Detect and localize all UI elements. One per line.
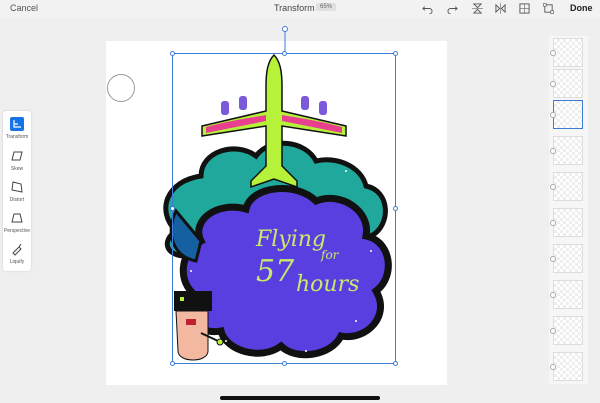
layer-thumbnail[interactable] <box>550 136 583 165</box>
cancel-button[interactable]: Cancel <box>10 3 38 13</box>
grid-icon[interactable] <box>519 3 530 14</box>
handle-top[interactable] <box>282 51 287 56</box>
layer-thumbnail[interactable] <box>550 352 583 381</box>
redo-icon[interactable] <box>447 3 458 14</box>
layer-thumbnail[interactable] <box>550 316 583 345</box>
layer-thumbnail[interactable] <box>550 172 583 201</box>
layer-thumbnail[interactable] <box>550 69 583 98</box>
layer-visibility-dot[interactable] <box>550 112 556 118</box>
tool-label: Transform <box>5 134 29 140</box>
tool-distort[interactable]: Distort <box>3 177 31 207</box>
done-button[interactable]: Done <box>570 3 593 13</box>
layer-thumbnail-active[interactable] <box>550 100 583 129</box>
undo-icon[interactable] <box>422 3 433 14</box>
handle-left[interactable] <box>170 206 175 211</box>
transform-tool-palette: Transform Skew Distort Perspective Liqui… <box>3 111 31 271</box>
liquify-icon <box>12 243 22 256</box>
tool-skew[interactable]: Skew <box>3 146 31 176</box>
handle-top-left[interactable] <box>170 51 175 56</box>
layer-thumbnail[interactable] <box>550 38 583 67</box>
layer-thumbnail[interactable] <box>550 208 583 237</box>
layer-visibility-dot[interactable] <box>550 220 556 226</box>
layer-visibility-dot[interactable] <box>550 50 556 56</box>
transform-icon <box>10 117 24 131</box>
rotation-handle[interactable] <box>282 26 288 54</box>
handle-right[interactable] <box>393 206 398 211</box>
fit-transform-icon[interactable] <box>543 3 554 14</box>
tool-perspective[interactable]: Perspective <box>3 208 31 238</box>
layer-thumbnail[interactable] <box>550 244 583 273</box>
layer-visibility-dot[interactable] <box>550 328 556 334</box>
handle-top-right[interactable] <box>393 51 398 56</box>
top-bar: Cancel Transform 65% Done <box>0 0 600 18</box>
layers-panel <box>549 36 588 384</box>
handle-bottom-left[interactable] <box>170 361 175 366</box>
flip-horizontal-icon[interactable] <box>495 3 506 14</box>
quick-action-circle[interactable] <box>107 74 135 102</box>
tool-label: Distort <box>9 197 25 203</box>
tool-liquify[interactable]: Liquify <box>3 239 31 269</box>
home-indicator[interactable] <box>220 396 380 400</box>
layer-thumbnail[interactable] <box>550 280 583 309</box>
tool-label: Liquify <box>9 259 25 265</box>
layer-visibility-dot[interactable] <box>550 148 556 154</box>
perspective-icon <box>11 213 23 223</box>
layer-visibility-dot[interactable] <box>550 292 556 298</box>
page-title: Transform <box>274 3 315 13</box>
flip-vertical-icon[interactable] <box>472 3 483 14</box>
tool-transform[interactable]: Transform <box>3 114 31 144</box>
skew-icon <box>11 151 23 161</box>
transform-bounding-box[interactable] <box>172 53 396 364</box>
layer-visibility-dot[interactable] <box>550 256 556 262</box>
handle-bottom-right[interactable] <box>393 361 398 366</box>
layer-visibility-dot[interactable] <box>550 81 556 87</box>
distort-icon <box>11 181 23 193</box>
handle-bottom[interactable] <box>282 361 287 366</box>
tool-label: Perspective <box>3 228 31 234</box>
layer-visibility-dot[interactable] <box>550 364 556 370</box>
zoom-level-badge[interactable]: 65% <box>316 3 337 11</box>
layer-visibility-dot[interactable] <box>550 184 556 190</box>
tool-label: Skew <box>10 166 24 172</box>
